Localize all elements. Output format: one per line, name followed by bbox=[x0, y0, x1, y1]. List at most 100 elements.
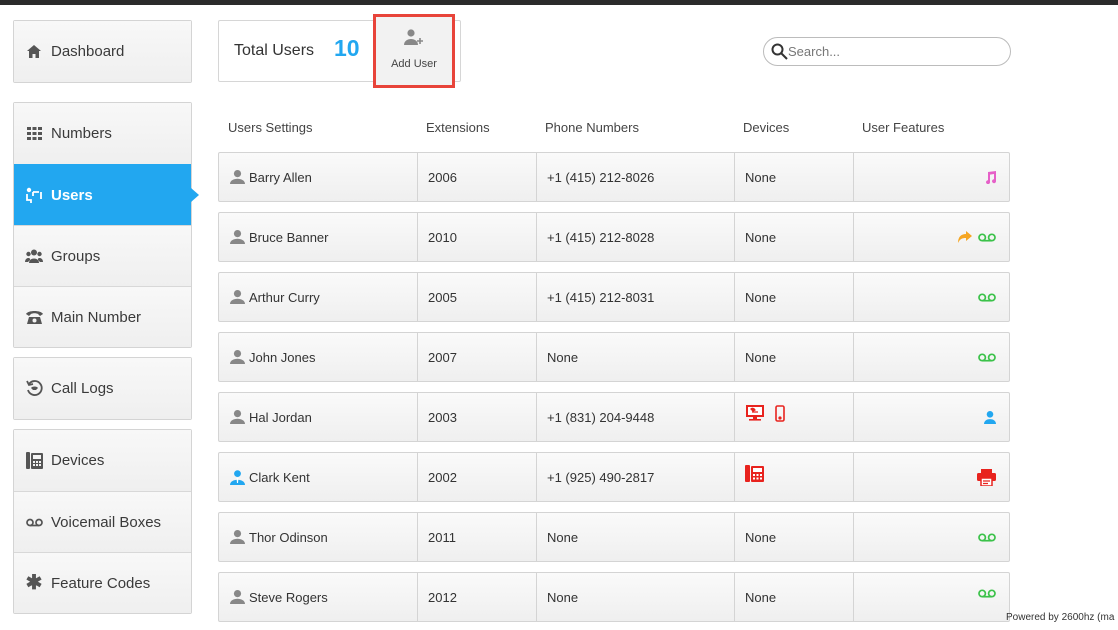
user-name[interactable]: Thor Odinson bbox=[249, 530, 328, 545]
desk-phone-icon bbox=[23, 452, 45, 469]
sidebar-item-label: Voicemail Boxes bbox=[51, 513, 162, 531]
extension-cell[interactable]: 2003 bbox=[417, 393, 536, 441]
col-header-extensions: Extensions bbox=[426, 120, 490, 135]
sidebar-group-dashboard: Dashboard bbox=[13, 20, 192, 83]
table-row[interactable]: Arthur Curry 2005 +1 (415) 212-8031 None bbox=[218, 272, 1010, 322]
features-cell[interactable] bbox=[853, 513, 1009, 561]
col-header-devices: Devices bbox=[743, 120, 790, 135]
voicemail-icon[interactable] bbox=[978, 232, 996, 242]
phone-cell[interactable]: None bbox=[536, 513, 734, 561]
col-header-users-settings: Users Settings bbox=[228, 120, 313, 135]
sidebar-item-feature-codes[interactable]: ✱ Feature Codes bbox=[14, 552, 191, 613]
phone-cell[interactable]: +1 (415) 212-8031 bbox=[536, 273, 734, 321]
devices-cell[interactable] bbox=[734, 453, 853, 501]
sidebar-item-groups[interactable]: Groups bbox=[14, 225, 191, 286]
softphone-icon[interactable] bbox=[745, 405, 765, 422]
extension-cell[interactable]: 2002 bbox=[417, 453, 536, 501]
devices-cell[interactable]: None bbox=[734, 513, 853, 561]
extension-cell[interactable]: 2005 bbox=[417, 273, 536, 321]
features-cell[interactable] bbox=[853, 333, 1009, 381]
sidebar-group-main: Numbers Users Groups Main Number bbox=[13, 102, 199, 348]
voicemail-icon[interactable] bbox=[978, 589, 996, 598]
phone-cell[interactable]: None bbox=[536, 573, 734, 621]
devices-cell[interactable]: None bbox=[734, 573, 853, 621]
sidebar-item-users[interactable]: Users bbox=[14, 164, 199, 225]
add-user-button[interactable]: Add User bbox=[373, 14, 455, 88]
extension-cell[interactable]: 2012 bbox=[417, 573, 536, 621]
table-row[interactable]: Bruce Banner 2010 +1 (415) 212-8028 None bbox=[218, 212, 1010, 262]
user-icon[interactable] bbox=[984, 410, 996, 424]
fax-icon[interactable] bbox=[977, 468, 996, 486]
top-bar bbox=[0, 0, 1118, 5]
asterisk-icon: ✱ bbox=[25, 572, 43, 594]
user-name[interactable]: Hal Jordan bbox=[249, 410, 312, 425]
sidebar-item-numbers[interactable]: Numbers bbox=[14, 103, 191, 164]
sidebar-item-label: Dashboard bbox=[51, 43, 125, 60]
devices-cell[interactable]: None bbox=[734, 153, 853, 201]
extension-cell[interactable]: 2010 bbox=[417, 213, 536, 261]
user-name[interactable]: John Jones bbox=[249, 350, 316, 365]
table-row[interactable]: John Jones 2007 None None bbox=[218, 332, 1010, 382]
sidebar-group-call-logs: Call Logs bbox=[13, 357, 192, 420]
search-input[interactable] bbox=[788, 41, 998, 62]
features-cell[interactable] bbox=[853, 153, 1009, 201]
cellphone-icon[interactable] bbox=[775, 405, 785, 422]
user-name[interactable]: Arthur Curry bbox=[249, 290, 320, 305]
table-row[interactable]: Steve Rogers 2012 None None bbox=[218, 572, 1010, 622]
table-row[interactable]: Thor Odinson 2011 None None bbox=[218, 512, 1010, 562]
music-icon[interactable] bbox=[984, 170, 996, 184]
phone-cell[interactable]: +1 (831) 204-9448 bbox=[536, 393, 734, 441]
sidebar-item-label: Numbers bbox=[51, 125, 112, 142]
features-cell[interactable] bbox=[853, 573, 1009, 621]
col-header-user-features: User Features bbox=[862, 120, 945, 135]
sidebar-item-label: Main Number bbox=[51, 308, 142, 326]
voicemail-icon[interactable] bbox=[978, 292, 996, 302]
home-icon bbox=[23, 45, 45, 58]
features-cell[interactable] bbox=[853, 393, 1009, 441]
sidebar-item-dashboard[interactable]: Dashboard bbox=[14, 21, 191, 82]
desk-phone-icon[interactable] bbox=[745, 465, 764, 482]
group-icon bbox=[23, 249, 45, 263]
voicemail-icon[interactable] bbox=[978, 532, 996, 542]
sidebar-item-call-logs[interactable]: Call Logs bbox=[14, 358, 191, 419]
user-icon bbox=[230, 230, 245, 244]
user-icon bbox=[230, 170, 245, 184]
table-row[interactable]: Clark Kent 2002 +1 (925) 490-2817 bbox=[218, 452, 1010, 502]
table-row[interactable]: Hal Jordan 2003 +1 (831) 204-9448 bbox=[218, 392, 1010, 442]
call-log-icon bbox=[23, 380, 45, 397]
sidebar-item-label: Users bbox=[51, 186, 93, 204]
phone-cell[interactable]: None bbox=[536, 333, 734, 381]
features-cell[interactable] bbox=[853, 453, 1009, 501]
voicemail-icon[interactable] bbox=[978, 352, 996, 362]
devices-cell[interactable]: None bbox=[734, 213, 853, 261]
phone-cell[interactable]: +1 (415) 212-8028 bbox=[536, 213, 734, 261]
phone-cell[interactable]: +1 (925) 490-2817 bbox=[536, 453, 734, 501]
features-cell[interactable] bbox=[853, 273, 1009, 321]
phone-cell[interactable]: +1 (415) 212-8026 bbox=[536, 153, 734, 201]
user-icon bbox=[230, 410, 245, 424]
total-users-label: Total Users bbox=[234, 42, 315, 59]
devices-cell[interactable]: None bbox=[734, 273, 853, 321]
user-name[interactable]: Steve Rogers bbox=[249, 590, 328, 605]
table-row[interactable]: Barry Allen 2006 +1 (415) 212-8026 None bbox=[218, 152, 1010, 202]
devices-cell[interactable]: None bbox=[734, 333, 853, 381]
powered-by-footer: Powered by 2600hz (ma bbox=[1006, 612, 1115, 623]
user-name[interactable]: Bruce Banner bbox=[249, 230, 329, 245]
user-icon bbox=[230, 350, 245, 364]
add-user-icon bbox=[404, 29, 426, 51]
user-name[interactable]: Barry Allen bbox=[249, 170, 312, 185]
call-forward-icon[interactable] bbox=[958, 231, 972, 243]
extension-cell[interactable]: 2006 bbox=[417, 153, 536, 201]
sidebar-item-voicemail-boxes[interactable]: Voicemail Boxes bbox=[14, 491, 191, 552]
add-user-label: Add User bbox=[391, 58, 437, 70]
user-name[interactable]: Clark Kent bbox=[249, 470, 310, 485]
user-icon bbox=[230, 290, 245, 304]
devices-cell[interactable] bbox=[734, 393, 853, 441]
voicemail-icon bbox=[23, 518, 45, 527]
sidebar-item-devices[interactable]: Devices bbox=[14, 430, 191, 491]
sidebar-item-main-number[interactable]: Main Number bbox=[14, 286, 191, 347]
extension-cell[interactable]: 2011 bbox=[417, 513, 536, 561]
sidebar-item-label: Devices bbox=[51, 452, 105, 469]
extension-cell[interactable]: 2007 bbox=[417, 333, 536, 381]
features-cell[interactable] bbox=[853, 213, 1009, 261]
